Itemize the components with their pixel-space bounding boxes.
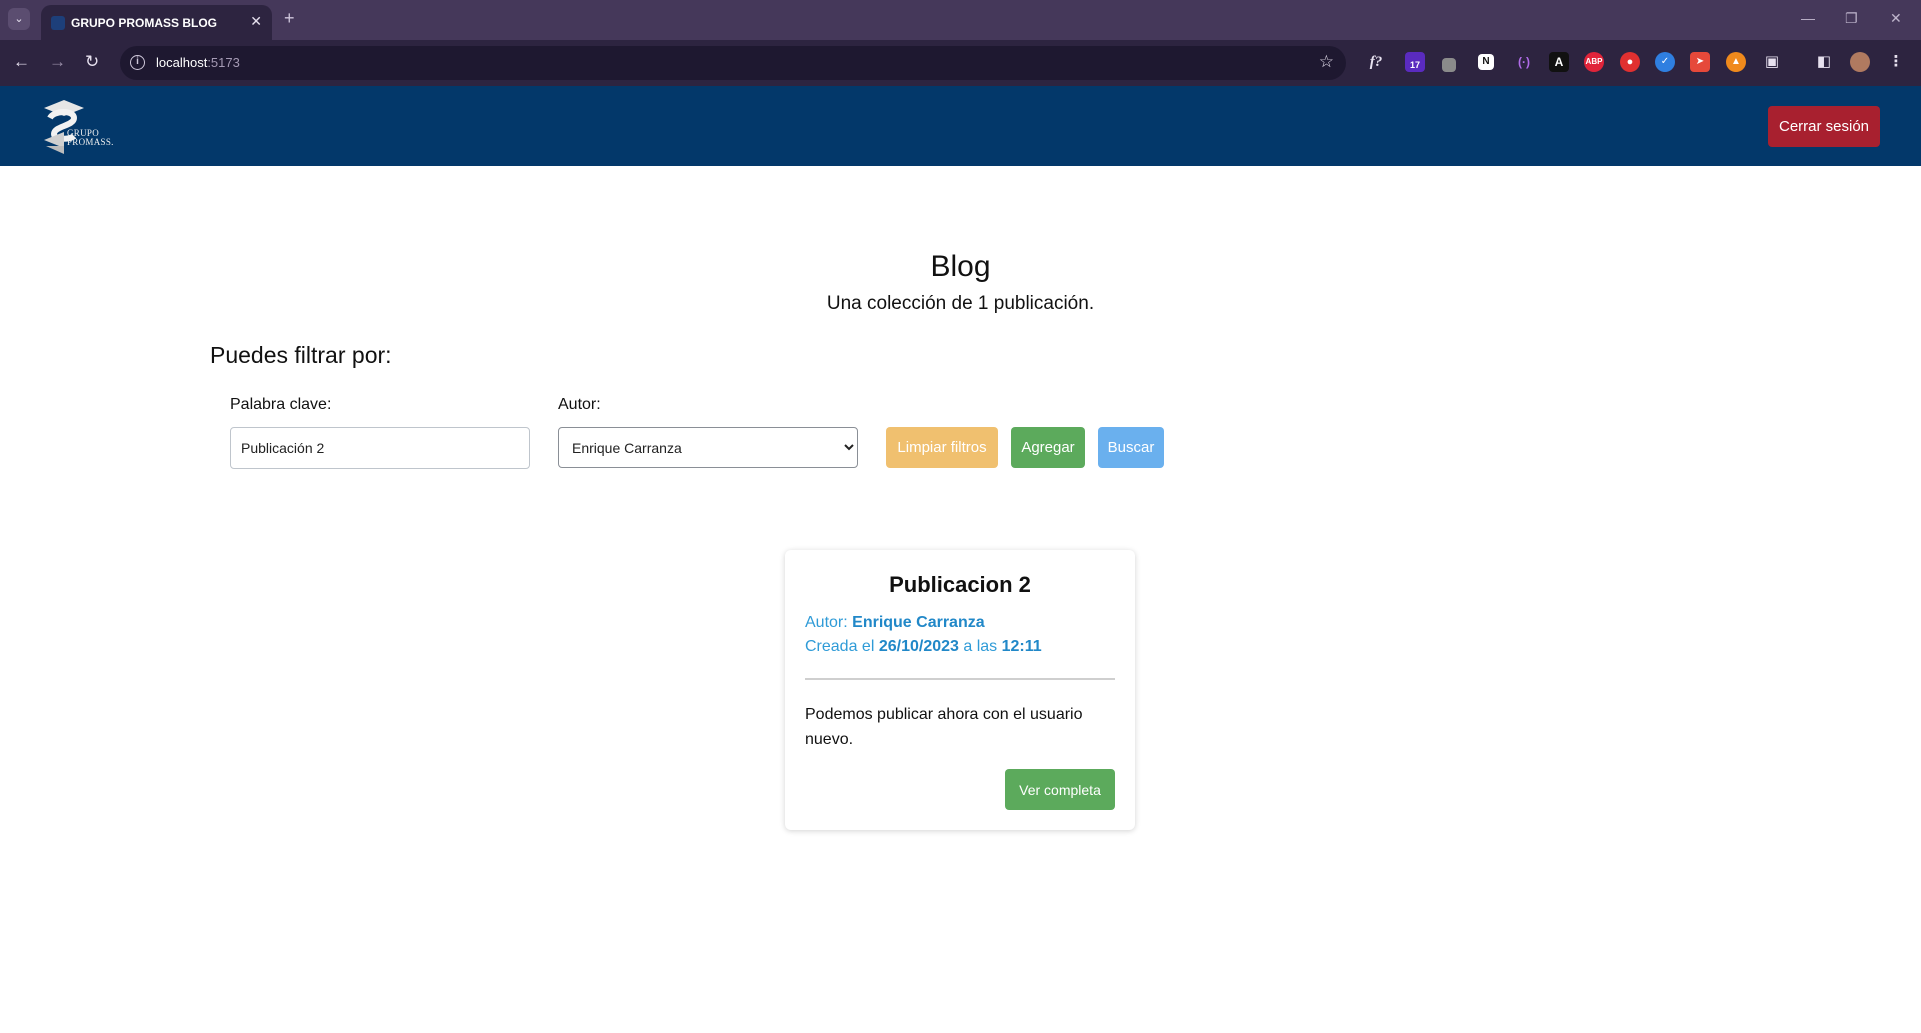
keyword-input[interactable]: [230, 427, 530, 469]
post-author-line: Autor: Enrique Carranza: [805, 614, 985, 632]
filter-heading: Puedes filtrar por:: [210, 342, 392, 368]
url-port: :5173: [207, 55, 240, 70]
browser-tab-strip: ⌄ GRUPO PROMASS BLOG ✕ + — ❐ ✕: [0, 0, 1921, 40]
keyword-label: Palabra clave:: [230, 396, 332, 413]
grupo-promass-logo[interactable]: GRUPO PROMASS.: [40, 96, 122, 156]
site-info-icon[interactable]: i: [130, 55, 145, 70]
window-close-icon[interactable]: ✕: [1890, 10, 1902, 27]
tab-close-icon[interactable]: ✕: [250, 13, 262, 30]
logo-text-line2: PROMASS.: [67, 137, 114, 147]
tab-title: GRUPO PROMASS BLOG: [71, 16, 218, 30]
back-arrow-icon[interactable]: ←: [13, 52, 30, 72]
restore-icon[interactable]: ❐: [1845, 10, 1858, 27]
browser-menu-icon[interactable]: ⋮: [1886, 52, 1906, 72]
reload-icon[interactable]: ↻: [85, 52, 99, 72]
post-date-line: Creada el 26/10/2023 a las 12:11: [805, 638, 1042, 656]
tab-favicon-icon: [51, 16, 65, 30]
page-subtitle: Una colección de 1 publicación.: [826, 293, 1095, 314]
profile-avatar[interactable]: [1850, 52, 1870, 72]
url-text: localhost:5173: [156, 55, 240, 70]
a-icon[interactable]: A: [1549, 52, 1569, 72]
view-full-post-button[interactable]: Ver completa: [1005, 769, 1115, 810]
notion-icon[interactable]: N: [1478, 54, 1494, 70]
post-title: Publicacion 2: [889, 572, 1031, 597]
figure-icon[interactable]: ▲: [1726, 52, 1746, 72]
author-label: Autor:: [558, 396, 601, 413]
search-button[interactable]: Buscar: [1098, 427, 1164, 468]
post-date: 26/10/2023: [878, 638, 959, 655]
author-prefix: Autor:: [805, 614, 848, 631]
app-header: GRUPO PROMASS. Cerrar sesión: [0, 86, 1921, 166]
card-divider: [805, 678, 1115, 680]
browser-tab[interactable]: GRUPO PROMASS BLOG ✕: [41, 5, 272, 40]
shield-icon[interactable]: ✓: [1655, 52, 1675, 72]
logout-button[interactable]: Cerrar sesión: [1768, 106, 1880, 147]
post-author: Enrique Carranza: [852, 614, 985, 631]
bookmark-star-icon[interactable]: ☆: [1319, 52, 1334, 72]
logo-wordmark: GRUPO PROMASS.: [67, 129, 114, 147]
puzzle-extension-icon[interactable]: [1442, 58, 1456, 72]
page-title: Blog: [930, 250, 991, 283]
bolt-icon[interactable]: ➤: [1690, 52, 1710, 72]
add-post-button[interactable]: Agregar: [1011, 427, 1085, 468]
clear-filters-button[interactable]: Limpiar filtros: [886, 427, 998, 468]
adblock-icon[interactable]: ABP: [1584, 52, 1604, 72]
time-prefix: a las: [963, 638, 998, 655]
url-host: localhost: [156, 55, 208, 70]
formula-icon[interactable]: f?: [1366, 52, 1386, 72]
browser-toolbar: ← → ↻ i localhost:5173 ☆ f? 17 N (·) A A…: [0, 40, 1921, 86]
tab-search-chevron-icon[interactable]: ⌄: [8, 8, 30, 30]
author-select[interactable]: Enrique Carranza: [558, 427, 858, 468]
post-card: Publicacion 2 Autor: Enrique Carranza Cr…: [785, 550, 1135, 830]
forward-arrow-icon[interactable]: →: [49, 52, 66, 72]
logo-emblem-icon: [44, 100, 84, 154]
fire-icon[interactable]: ●: [1620, 52, 1640, 72]
calendar-badge-icon[interactable]: 17: [1405, 52, 1425, 72]
sidepanel-icon[interactable]: ◧: [1814, 52, 1834, 72]
address-bar[interactable]: i localhost:5173 ☆: [120, 46, 1346, 80]
extensions-icon[interactable]: ▣: [1762, 52, 1782, 72]
new-tab-plus-icon[interactable]: +: [284, 8, 295, 29]
created-prefix: Creada el: [805, 638, 875, 655]
post-time: 12:11: [1001, 638, 1042, 655]
code-icon[interactable]: (·): [1514, 52, 1534, 72]
minimize-icon[interactable]: —: [1801, 10, 1815, 26]
post-excerpt: Podemos publicar ahora con el usuario nu…: [805, 706, 1083, 748]
